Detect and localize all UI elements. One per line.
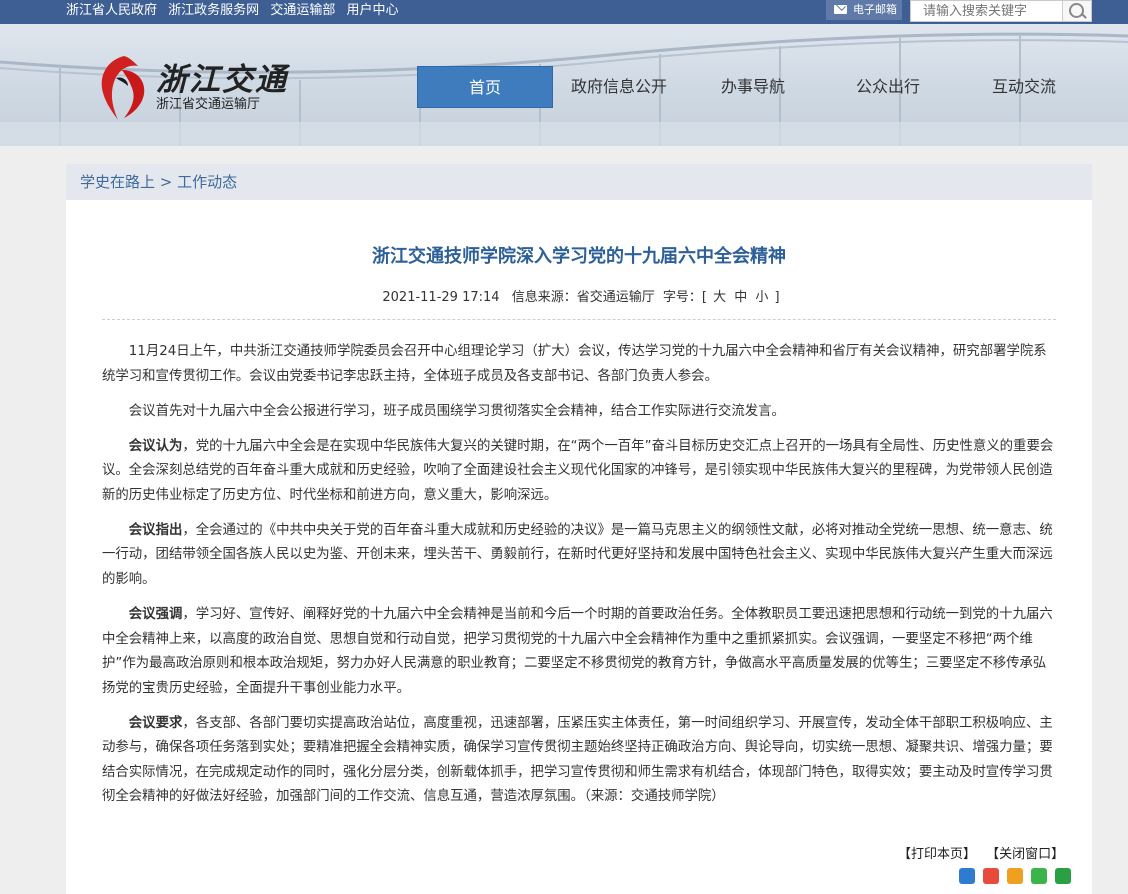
breadcrumb-section[interactable]: 学史在路上 xyxy=(80,173,155,191)
weibo-share-icon[interactable] xyxy=(983,868,1000,884)
qzone-share-icon[interactable] xyxy=(959,868,975,884)
envelope-icon xyxy=(834,5,847,14)
top-bar: 浙江省人民政府 浙江政务服务网 交通运输部 用户中心 电子邮箱 xyxy=(0,0,1128,24)
article-paragraph: 会议指出，全会通过的《中共中央关于党的百年奋斗重大成就和历史经验的决议》是一篇马… xyxy=(102,522,1053,587)
print-links: 【打印本页】 【关闭窗口】 xyxy=(892,843,1064,862)
article-paragraph: 会议要求，各支部、各部门要切实提高政治站位，高度重视，迅速部署，压紧压实主体责任… xyxy=(102,715,1053,805)
breadcrumb-separator: > xyxy=(159,173,173,191)
nav-home[interactable]: 首页 xyxy=(417,66,553,108)
article-datetime: 2021-11-29 17:14 xyxy=(382,290,500,305)
article-paragraph: 会议首先对十九届六中全会公报进行学习，班子成员围绕学习贯彻落实全会精神，结合工作… xyxy=(128,403,785,419)
share-icons xyxy=(956,868,1072,884)
font-size-label: 字号：[ xyxy=(662,290,707,305)
header-banner: 浙江交通 浙江省交通运输厅 首页 政府信息公开 办事导航 公众出行 互动交流 xyxy=(0,24,1128,146)
search-input[interactable] xyxy=(911,1,1073,21)
article-paragraph: 11月24日上午，中共浙江交通技师学院委员会召开中心组理论学习（扩大）会议，传达… xyxy=(102,344,1047,384)
nav-public-travel[interactable]: 公众出行 xyxy=(832,66,944,108)
article-paragraph: 会议强调，学习好、宣传好、阐释好党的十九届六中全会精神是当前和今后一个时期的首要… xyxy=(102,606,1053,696)
font-size-medium[interactable]: 中 xyxy=(734,290,747,305)
search-box xyxy=(910,0,1092,22)
divider xyxy=(102,319,1056,320)
nav-interaction[interactable]: 互动交流 xyxy=(968,66,1080,108)
font-size-close: ] xyxy=(774,290,780,305)
logo-subtitle: 浙江省交通运输厅 xyxy=(156,97,261,112)
top-link-zj-gov[interactable]: 浙江省人民政府 xyxy=(66,3,157,18)
close-window-link[interactable]: 【关闭窗口】 xyxy=(986,847,1064,862)
email-label: 电子邮箱 xyxy=(853,3,897,16)
font-size-large[interactable]: 大 xyxy=(713,290,726,305)
breadcrumb: 学史在路上 > 工作动态 xyxy=(80,164,237,200)
more-share-icon[interactable] xyxy=(1055,868,1072,884)
logo-icon xyxy=(101,56,145,120)
article-paragraph: 会议认为，党的十九届六中全会是在实现中华民族伟大复兴的关键时期，在“两个一百年”… xyxy=(102,438,1054,503)
top-link-zj-service[interactable]: 浙江政务服务网 xyxy=(168,3,259,18)
top-links: 浙江省人民政府 浙江政务服务网 交通运输部 用户中心 xyxy=(66,0,405,24)
article-meta: 2021-11-29 17:14 信息来源：省交通运输厅 字号：[ 大 中 小 … xyxy=(66,286,1092,305)
tencent-weibo-share-icon[interactable] xyxy=(1007,868,1024,884)
wechat-share-icon[interactable] xyxy=(1031,868,1048,884)
nav-service-guide[interactable]: 办事导航 xyxy=(697,66,809,108)
breadcrumb-bar: 学史在路上 > 工作动态 xyxy=(66,164,1092,200)
article-source: 信息来源：省交通运输厅 xyxy=(511,290,655,305)
search-button[interactable] xyxy=(1062,1,1091,21)
font-size-small[interactable]: 小 xyxy=(755,290,768,305)
content-panel: 学史在路上 > 工作动态 浙江交通技师学院深入学习党的十九届六中全会精神 202… xyxy=(66,164,1092,894)
article-body: 11月24日上午，中共浙江交通技师学院委员会召开中心组理论学习（扩大）会议，传达… xyxy=(102,340,1056,820)
nav-gov-info[interactable]: 政府信息公开 xyxy=(557,66,681,108)
article-title: 浙江交通技师学院深入学习党的十九届六中全会精神 xyxy=(372,246,786,267)
top-link-mot[interactable]: 交通运输部 xyxy=(270,3,335,18)
top-link-user-center[interactable]: 用户中心 xyxy=(346,3,398,18)
email-button[interactable]: 电子邮箱 xyxy=(826,0,902,20)
print-page-link[interactable]: 【打印本页】 xyxy=(898,847,976,862)
breadcrumb-current[interactable]: 工作动态 xyxy=(177,173,237,191)
